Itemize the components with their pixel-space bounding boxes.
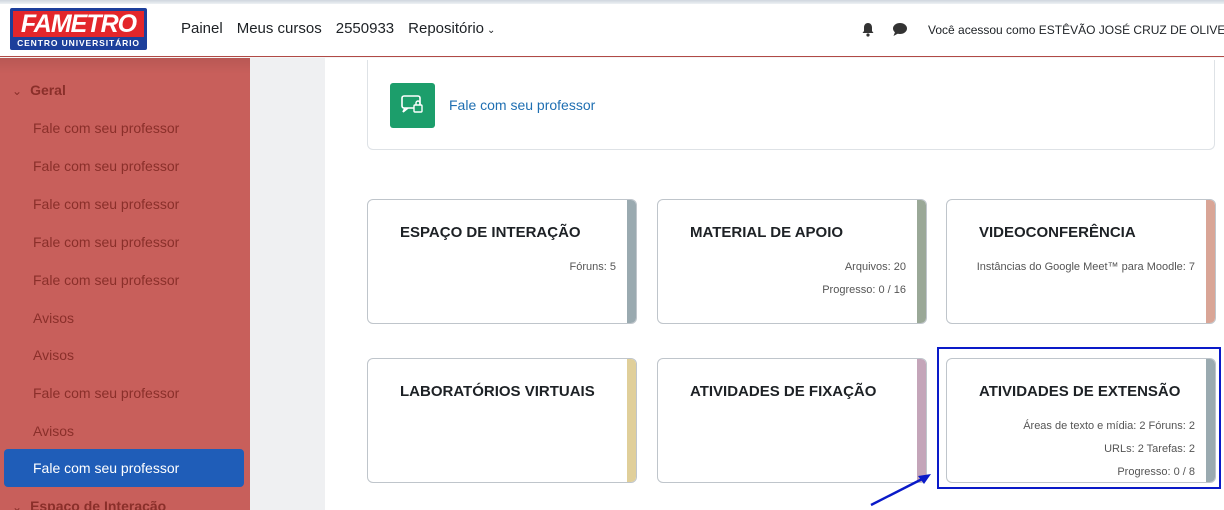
browser-edge [0,0,1224,4]
sidebar-item[interactable]: Fale com seu professor [33,158,179,174]
card-espaco-interacao[interactable]: ESPAÇO DE INTERAÇÃO Fóruns: 5 [367,199,637,324]
nav-meus-cursos[interactable]: Meus cursos [237,20,322,37]
logged-in-user[interactable]: Você acessou como ESTÊVÃO JOSÉ CRUZ DE O… [928,23,1224,37]
nav-course-code[interactable]: 2550933 [336,20,394,37]
section-espaco-interacao-label: Espaço de Interação [30,498,167,510]
section-espaco-interacao[interactable]: ⌄ Espaço de Interação [12,498,166,510]
chevron-down-icon: ⌄ [12,500,23,510]
nav-painel[interactable]: Painel [181,20,223,37]
logo-subtext: CENTRO UNIVERSITÁRIO [17,38,140,48]
nav-repositorio[interactable]: Repositório ⌄ [408,20,509,37]
card-title: LABORATÓRIOS VIRTUAIS [400,383,595,400]
highlight-box [937,347,1221,489]
card-color-stripe [627,359,636,482]
card-meta: Fóruns: 5 [569,261,616,273]
sidebar-item[interactable]: Fale com seu professor [33,385,179,401]
card-color-stripe [917,200,926,323]
top-navbar: FAMETRO CENTRO UNIVERSITÁRIO Painel Meus… [0,0,1224,57]
section-geral-label: Geral [30,82,66,98]
primary-nav: Painel Meus cursos 2550933 Repositório ⌄ [181,20,523,37]
sidebar-item[interactable]: Fale com seu professor [33,234,179,250]
bell-icon[interactable] [861,22,875,37]
sidebar-item[interactable]: Fale com seu professor [33,120,179,136]
content-gutter [250,58,325,510]
card-title: MATERIAL DE APOIO [690,224,844,241]
card-progress: Progresso: 0 / 16 [822,284,906,296]
talk-to-teacher-link[interactable]: Fale com seu professor [449,97,595,113]
card-title: ATIVIDADES DE FIXAÇÃO [690,383,877,400]
sidebar-item[interactable]: Avisos [33,347,74,363]
card-title: VIDEOCONFERÊNCIA [979,224,1136,241]
chevron-down-icon: ⌄ [487,25,496,36]
course-index-sidebar: ⌄ Geral Fale com seu professor Fale com s… [0,58,250,510]
card-color-stripe [627,200,636,323]
card-color-stripe [1206,200,1215,323]
card-laboratorios-virtuais[interactable]: LABORATÓRIOS VIRTUAIS [367,358,637,483]
card-material-apoio[interactable]: MATERIAL DE APOIO Arquivos: 20 Progresso… [657,199,927,324]
sidebar-item[interactable]: Fale com seu professor [33,272,179,288]
chat-icon[interactable] [892,22,908,37]
sidebar-item-active[interactable]: Fale com seu professor [4,449,244,487]
card-meta: Instâncias do Google Meet™ para Moodle: … [976,261,1195,273]
chat-activity-icon[interactable] [390,83,435,128]
sidebar-item[interactable]: Avisos [33,310,74,326]
chevron-down-icon: ⌄ [12,84,23,98]
section-geral[interactable]: ⌄ Geral [12,82,66,98]
card-videoconferencia[interactable]: VIDEOCONFERÊNCIA Instâncias do Google Me… [946,199,1216,324]
nav-repositorio-label: Repositório [408,20,485,37]
fametro-logo[interactable]: FAMETRO CENTRO UNIVERSITÁRIO [10,8,147,50]
card-color-stripe [917,359,926,482]
card-meta: Arquivos: 20 [844,261,906,273]
card-atividades-fixacao[interactable]: ATIVIDADES DE FIXAÇÃO [657,358,927,483]
sidebar-item[interactable]: Fale com seu professor [33,196,179,212]
logo-brand-text: FAMETRO [13,11,144,37]
arrow-pointer-icon [870,474,931,507]
card-title: ESPAÇO DE INTERAÇÃO [400,224,581,241]
chat-lock-icon [401,95,423,113]
sidebar-shadow [0,58,250,74]
sidebar-item[interactable]: Avisos [33,423,74,439]
